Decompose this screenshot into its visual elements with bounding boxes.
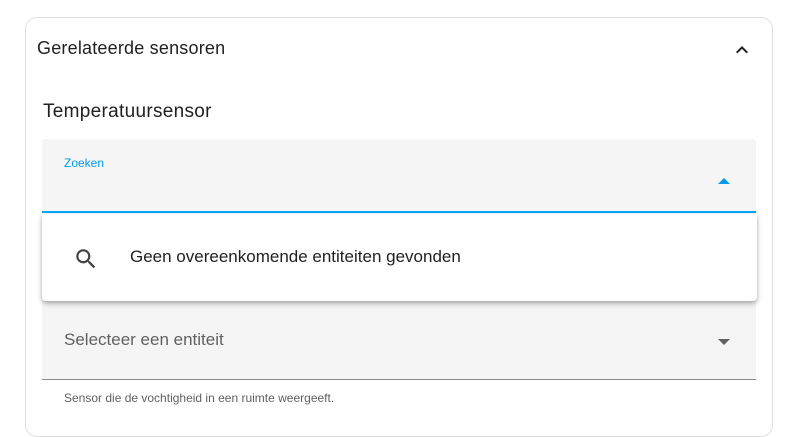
card-title: Gerelateerde sensoren [37,38,226,58]
search-results-dropdown: Geen overeenkomende entiteiten gevonden [42,214,757,301]
caret-down-icon[interactable] [718,338,730,346]
entity-search-field[interactable]: Zoeken [42,139,756,213]
chevron-up-icon[interactable] [730,38,754,62]
select-placeholder: Selecteer een entiteit [64,330,224,349]
search-label: Zoeken [64,156,105,170]
search-icon [76,249,96,269]
humidity-helper-text: Sensor die de vochtigheid in een ruimte … [64,391,335,405]
humidity-entity-select[interactable]: Selecteer een entiteit [42,301,756,380]
search-input[interactable] [64,175,708,205]
temperature-sensor-label: Temperatuursensor [43,101,212,122]
card-header[interactable]: Gerelateerde sensoren [26,18,772,80]
no-results-message: Geen overeenkomende entiteiten gevonden [130,247,461,266]
caret-up-icon[interactable] [718,177,730,185]
